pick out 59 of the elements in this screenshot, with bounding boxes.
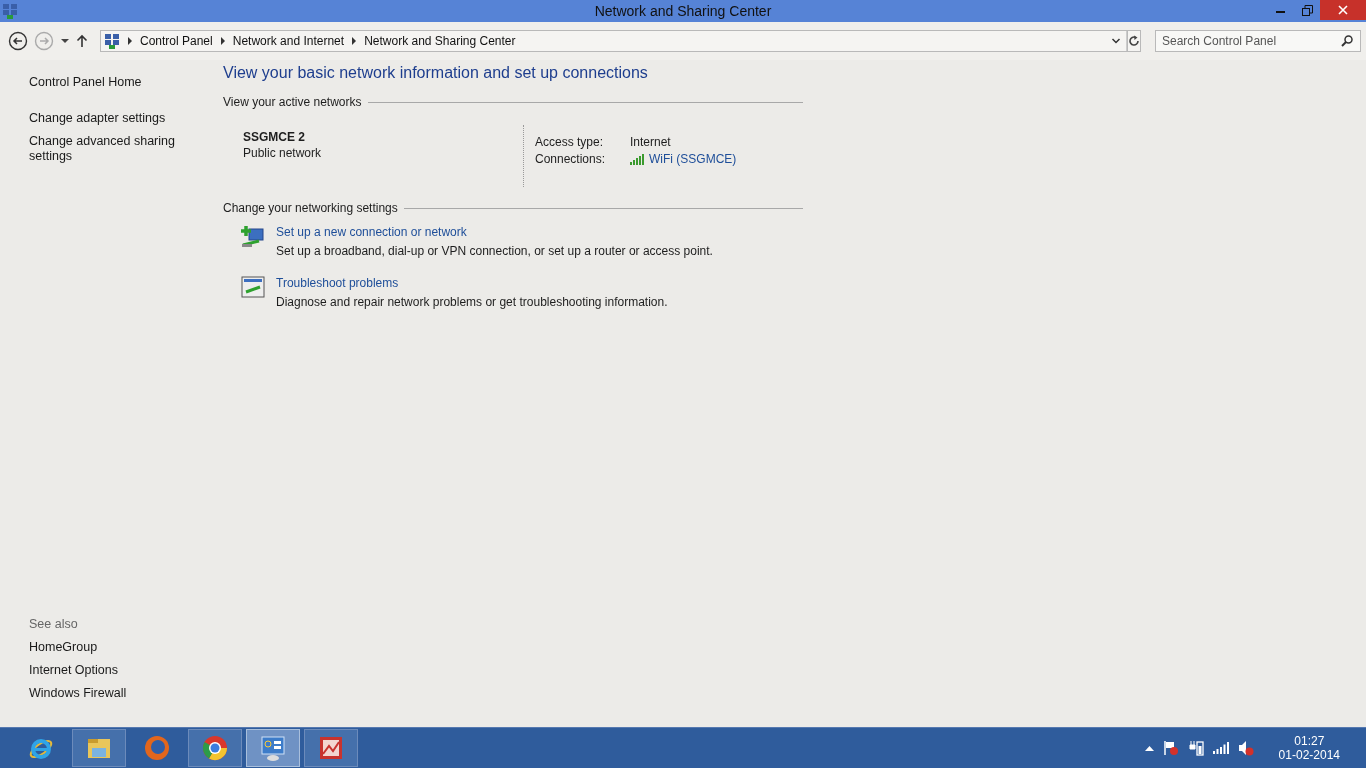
sidebar-link[interactable]: Control Panel Home [29,75,179,90]
close-button[interactable] [1320,0,1366,20]
speaker-muted-icon[interactable] [1237,740,1254,756]
e-logo-icon [29,739,53,759]
connections-label: Connections: [535,152,607,166]
show-hidden-icons-icon[interactable] [1144,745,1154,751]
taskbar-button[interactable] [188,729,242,767]
task-description: Diagnose and repair network problems or get troubleshooting information. [276,295,668,309]
page-heading: View your basic network information and set up connections [223,64,649,82]
section-heading: View your active networks [223,95,362,109]
see-also-link[interactable]: HomeGroup [29,640,179,655]
see-also-link[interactable]: Windows Firewall [29,686,179,701]
network-add-icon [241,225,265,249]
control-panel-icon [2,3,18,19]
up-button[interactable] [76,34,88,48]
clock-time: 01:27 [1294,734,1325,748]
task-link[interactable]: Set up a new connection or network [276,225,713,239]
task-link[interactable]: Troubleshoot problems [276,276,668,290]
signal-bars-icon[interactable] [1212,742,1229,754]
access-type-label: Access type: [535,135,605,149]
network-type: Public network [243,146,323,160]
chevron-down-icon [1110,37,1121,45]
chrome-ball-icon [203,736,227,760]
breadcrumb-item[interactable]: Network and Sharing Center [364,34,516,48]
folder-icon [88,739,110,758]
taskbar-button[interactable] [246,729,300,767]
control-panel-icon [261,736,285,761]
connection-link[interactable]: WiFi (SSGMCE) [649,152,737,166]
refresh-icon [1128,35,1140,47]
taskbar-button[interactable] [72,729,126,767]
troubleshoot-icon [241,276,265,298]
breadcrumb-item[interactable]: Control Panel [140,34,213,48]
see-also-heading: See also [29,617,79,631]
clock[interactable]: 01:27 01-02-2014 [1278,734,1340,762]
sidebar-link[interactable]: Change adapter settings [29,111,179,126]
access-type-value: Internet [630,135,672,149]
close-icon [1338,5,1348,15]
task-description: Set up a broadband, dial-up or VPN connection, or set up a router or access point. [276,244,713,258]
picture-icon [320,737,342,759]
flag-error-icon[interactable] [1162,740,1179,756]
search-field[interactable]: Search Control Panel [1155,30,1361,52]
clock-date: 01-02-2014 [1278,748,1340,762]
window-title: Network and Sharing Center [594,3,772,19]
back-button[interactable] [8,31,28,51]
control-panel-icon [104,33,120,49]
restore-icon [1301,4,1313,16]
address-bar[interactable]: Control Panel Network and Internet Network and Sharing Center [100,30,1128,52]
taskbar-button[interactable] [304,729,358,767]
sidebar-link[interactable]: Change advanced sharing settings [29,134,179,164]
battery-plug-icon[interactable] [1187,740,1204,756]
see-also-link[interactable]: Internet Options [29,663,179,678]
fox-globe-icon [145,736,169,760]
refresh-button[interactable] [1128,30,1141,52]
history-dropdown-button[interactable] [60,37,70,45]
search-icon [1341,35,1353,47]
section-heading: Change your networking settings [223,201,398,215]
signal-bars-icon [630,153,645,165]
network-name: SSGMCE 2 [243,130,306,144]
breadcrumb-item[interactable]: Network and Internet [232,34,345,48]
